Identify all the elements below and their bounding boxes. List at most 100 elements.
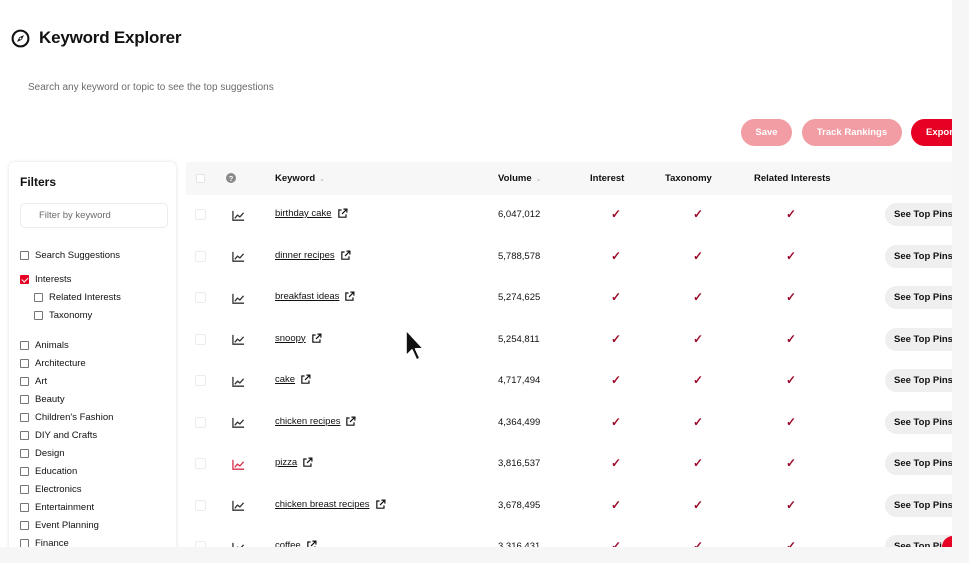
- filter-checkbox[interactable]: [20, 413, 29, 422]
- see-top-pins-button[interactable]: See Top Pins: [885, 203, 952, 226]
- keyword-link[interactable]: coffee: [275, 540, 301, 547]
- external-link-icon[interactable]: [337, 208, 348, 219]
- keyword-link[interactable]: chicken recipes: [275, 416, 340, 427]
- filter-option-finance[interactable]: Finance: [20, 538, 69, 547]
- filter-option-entertainment[interactable]: Entertainment: [20, 502, 94, 513]
- trend-chart-icon[interactable]: [232, 333, 245, 346]
- filter-option-taxonomy[interactable]: Taxonomy: [34, 310, 92, 321]
- save-button[interactable]: Save: [741, 119, 792, 146]
- filter-checkbox[interactable]: [20, 521, 29, 530]
- filter-checkbox[interactable]: [20, 503, 29, 512]
- filter-option-search-suggestions[interactable]: Search Suggestions: [20, 250, 120, 261]
- filter-option-electronics[interactable]: Electronics: [20, 484, 81, 495]
- filter-option-label: Animals: [35, 340, 69, 351]
- select-all-checkbox[interactable]: [196, 174, 205, 183]
- filter-option-label: Education: [35, 466, 78, 477]
- taxonomy-check: ✓: [693, 290, 704, 304]
- external-link-icon[interactable]: [302, 457, 313, 468]
- see-top-pins-button[interactable]: See Top Pins: [885, 327, 952, 351]
- trend-chart-icon[interactable]: [232, 457, 245, 470]
- keyword-cell: cake: [275, 374, 311, 385]
- filter-keyword-input[interactable]: [20, 203, 168, 228]
- filter-option-interests[interactable]: Interests: [20, 274, 71, 285]
- filter-option-diy-and-crafts[interactable]: DIY and Crafts: [20, 430, 97, 441]
- filter-checkbox[interactable]: [20, 275, 29, 284]
- filter-checkbox[interactable]: [20, 359, 29, 368]
- keyword-cell: chicken recipes: [275, 416, 356, 427]
- keyword-link[interactable]: chicken breast recipes: [275, 499, 370, 510]
- filter-option-art[interactable]: Art: [20, 376, 47, 387]
- filters-panel: Filters Search Suggestions Interests Relat…: [9, 162, 176, 547]
- filter-checkbox[interactable]: [20, 431, 29, 440]
- filter-checkbox[interactable]: [20, 485, 29, 494]
- row-checkbox[interactable]: [195, 375, 206, 386]
- row-checkbox[interactable]: [195, 250, 206, 262]
- filter-checkbox[interactable]: [20, 395, 29, 404]
- external-link-icon[interactable]: [311, 333, 322, 344]
- volume-cell: 4,364,499: [498, 416, 541, 428]
- external-link-icon[interactable]: [306, 540, 317, 547]
- see-top-pins-button[interactable]: See Top Pins: [885, 493, 952, 517]
- keyword-link[interactable]: snoopy: [275, 333, 306, 344]
- related-interests-check: ✓: [786, 539, 797, 547]
- filter-option-design[interactable]: Design: [20, 448, 65, 459]
- taxonomy-check: ✓: [693, 373, 704, 387]
- filter-option-education[interactable]: Education: [20, 466, 77, 477]
- filter-option-architecture[interactable]: Architecture: [20, 358, 86, 369]
- trend-chart-icon[interactable]: [232, 291, 245, 304]
- filter-option-label: Children's Fashion: [35, 412, 114, 423]
- export-button[interactable]: Expor: [911, 119, 952, 146]
- filter-option-children-s-fashion[interactable]: Children's Fashion: [20, 412, 113, 423]
- filter-option-event-planning[interactable]: Event Planning: [20, 520, 99, 531]
- filter-checkbox[interactable]: [34, 293, 43, 302]
- filter-checkbox[interactable]: [20, 449, 29, 458]
- filter-checkbox[interactable]: [20, 251, 29, 260]
- see-top-pins-button[interactable]: See Top Pins: [885, 452, 952, 475]
- volume-cell: 3,316,431: [498, 541, 541, 547]
- row-checkbox[interactable]: [195, 333, 206, 345]
- filter-option-animals[interactable]: Animals: [20, 340, 69, 351]
- external-link-icon[interactable]: [344, 291, 355, 302]
- column-keyword[interactable]: Keyword ⌄: [275, 173, 325, 184]
- interest-check: ✓: [611, 331, 622, 346]
- row-checkbox[interactable]: [195, 541, 206, 547]
- filter-checkbox[interactable]: [20, 467, 29, 476]
- external-link-icon[interactable]: [340, 250, 351, 261]
- external-link-icon[interactable]: [300, 374, 311, 385]
- column-volume[interactable]: Volume ⌄: [498, 173, 541, 184]
- see-top-pins-button[interactable]: See Top Pins: [885, 369, 952, 392]
- keyword-link[interactable]: dinner recipes: [275, 250, 335, 261]
- keyword-link[interactable]: breakfast ideas: [275, 291, 339, 302]
- see-top-pins-button[interactable]: See Top Pins: [885, 244, 952, 268]
- filter-option-label: Related Interests: [49, 292, 121, 303]
- filter-option-related-interests[interactable]: Related Interests: [34, 292, 121, 303]
- trend-chart-icon[interactable]: [232, 250, 245, 263]
- see-top-pins-button[interactable]: See Top Pins: [885, 286, 952, 309]
- trend-chart-icon[interactable]: [232, 374, 245, 387]
- keyword-link[interactable]: pizza: [275, 457, 297, 468]
- external-link-icon[interactable]: [375, 499, 386, 510]
- row-checkbox[interactable]: [195, 292, 206, 303]
- help-icon[interactable]: ?: [226, 173, 236, 183]
- keyword-link[interactable]: cake: [275, 374, 295, 385]
- row-checkbox[interactable]: [195, 499, 206, 511]
- see-top-pins-button[interactable]: See Top Pins: [885, 410, 952, 434]
- keyword-link[interactable]: birthday cake: [275, 208, 332, 219]
- filter-checkbox[interactable]: [20, 539, 29, 547]
- keyword-cell: chicken breast recipes: [275, 499, 386, 510]
- filter-option-beauty[interactable]: Beauty: [20, 394, 65, 405]
- filter-checkbox[interactable]: [34, 311, 43, 320]
- external-link-icon[interactable]: [345, 416, 356, 427]
- keyword-search-input[interactable]: [18, 74, 718, 100]
- row-checkbox[interactable]: [195, 458, 206, 469]
- trend-chart-icon[interactable]: [232, 499, 245, 512]
- track-rankings-button[interactable]: Track Rankings: [802, 119, 902, 146]
- trend-chart-icon[interactable]: [232, 416, 245, 429]
- row-checkbox[interactable]: [195, 416, 206, 428]
- trend-chart-icon[interactable]: [232, 540, 245, 547]
- row-checkbox[interactable]: [195, 209, 206, 220]
- filter-checkbox[interactable]: [20, 341, 29, 350]
- filter-option-label: Electronics: [35, 484, 82, 495]
- trend-chart-icon[interactable]: [232, 208, 245, 221]
- filter-checkbox[interactable]: [20, 377, 29, 386]
